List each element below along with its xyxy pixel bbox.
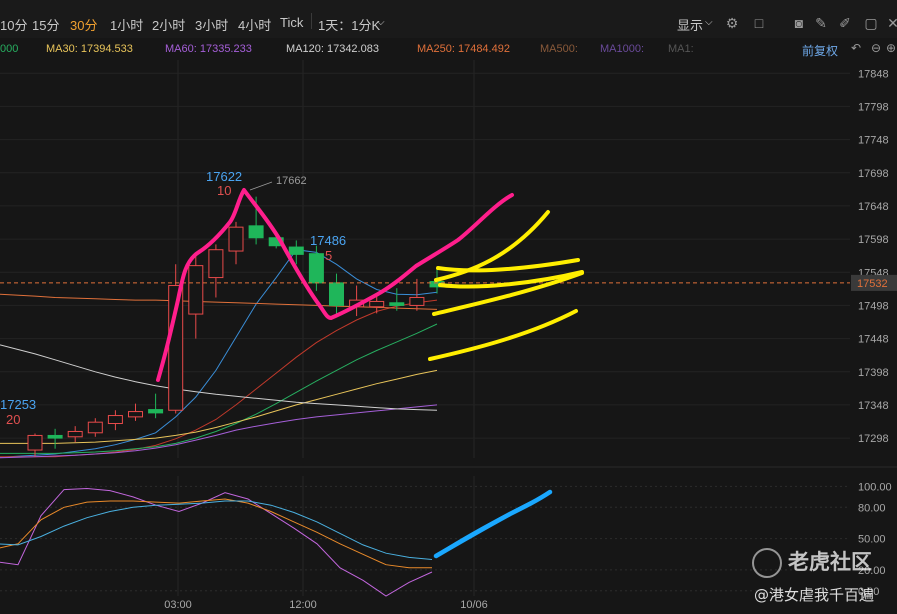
candle-body (188, 265, 204, 315)
candle-body (409, 296, 425, 306)
candle-body (248, 225, 264, 239)
candle-body (389, 302, 405, 306)
annotation-peak-label: 17662 (276, 175, 307, 187)
x-tick-label: 03:00 (164, 599, 192, 611)
y-tick-label: 17398 (858, 367, 889, 379)
candle-body (369, 300, 385, 308)
candle-body (228, 226, 244, 252)
annotation-high-price: 17622 (206, 169, 242, 184)
y-tick-label: 17298 (858, 433, 889, 445)
y-tick-label: 17348 (858, 400, 889, 412)
oscillator-tick-label: 100.00 (858, 481, 892, 493)
candle-body (27, 434, 43, 451)
candle-body (47, 434, 63, 439)
watermark-author: @港女虐我千百遍 (754, 586, 875, 604)
y-tick-label: 17448 (858, 334, 889, 346)
annotation-start-price: 17253 (0, 397, 36, 412)
kline-chart[interactable]: 1784817798177481769817648175981754817498… (0, 0, 897, 614)
last-price-label: 17532 (857, 278, 888, 290)
x-tick-label: 12:00 (289, 599, 317, 611)
annotation-low-count: 5 (325, 248, 332, 263)
annotation-high-count: 10 (217, 183, 231, 198)
watermark-brand: 老虎社区 (788, 550, 872, 574)
oscillator-tick-label: 80.00 (858, 502, 886, 514)
candle-body (288, 246, 304, 255)
candle-body (107, 415, 123, 425)
annotation-start-count: 20 (6, 412, 20, 427)
oscillator-plot-area (0, 476, 850, 596)
candle-body (67, 430, 83, 438)
annotation-low-price: 17486 (310, 233, 346, 248)
candle-body (308, 253, 324, 284)
y-tick-label: 17848 (858, 68, 889, 80)
y-tick-label: 17598 (858, 234, 889, 246)
candle-body (87, 421, 103, 434)
watermark-logo (752, 548, 782, 578)
candle-body (148, 409, 164, 414)
candle-body (208, 249, 224, 279)
x-tick-label: 10/06 (460, 599, 488, 611)
y-tick-label: 17498 (858, 300, 889, 312)
candle-body (128, 411, 143, 418)
y-tick-label: 17648 (858, 201, 889, 213)
y-tick-label: 17748 (858, 135, 889, 147)
y-tick-label: 17698 (858, 168, 889, 180)
y-tick-label: 17798 (858, 101, 889, 113)
oscillator-tick-label: 50.00 (858, 534, 886, 546)
candle-body (329, 282, 344, 306)
